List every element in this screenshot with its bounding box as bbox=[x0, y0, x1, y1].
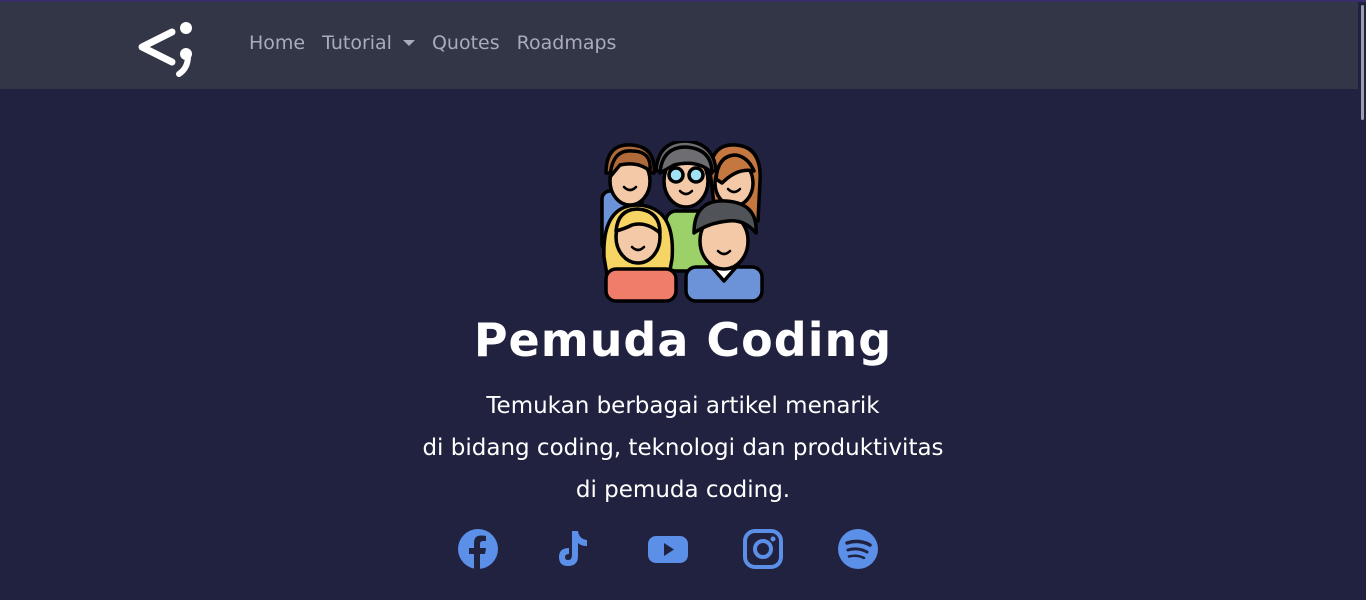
spotify-icon[interactable] bbox=[837, 528, 879, 570]
scrollbar-thumb[interactable] bbox=[1361, 5, 1364, 120]
nav-tutorial-label: Tutorial bbox=[322, 32, 392, 54]
youtube-icon[interactable] bbox=[647, 528, 689, 570]
subtitle-line: di bidang coding, teknologi dan produkti… bbox=[422, 435, 944, 461]
nav-home[interactable]: Home bbox=[249, 32, 305, 54]
semicolon-logo-icon[interactable] bbox=[136, 20, 198, 78]
caret-down-icon bbox=[402, 40, 415, 46]
main-nav: Home Tutorial Quotes Roadmaps bbox=[249, 32, 633, 54]
instagram-icon[interactable] bbox=[742, 528, 784, 570]
hero-section: Pemuda Coding Temukan berbagai artikel m… bbox=[0, 89, 1358, 600]
nav-quotes-label: Quotes bbox=[431, 32, 500, 54]
facebook-icon[interactable] bbox=[457, 528, 499, 570]
nav-home-label: Home bbox=[249, 32, 306, 54]
nav-quotes[interactable]: Quotes bbox=[432, 32, 500, 54]
social-links bbox=[457, 528, 932, 570]
subtitle-line: Temukan berbagai artikel menarik bbox=[486, 393, 880, 419]
nav-roadmaps-label: Roadmaps bbox=[516, 32, 617, 54]
subtitle-line: di pemuda coding. bbox=[575, 477, 791, 503]
page-title: Pemuda Coding bbox=[473, 313, 893, 367]
navbar: Home Tutorial Quotes Roadmaps bbox=[0, 2, 1358, 89]
community-group-icon bbox=[598, 139, 768, 303]
nav-roadmaps[interactable]: Roadmaps bbox=[517, 32, 617, 54]
hero-subtitle: Temukan berbagai artikel menarik di bida… bbox=[0, 385, 1366, 511]
nav-tutorial-dropdown[interactable]: Tutorial bbox=[322, 32, 415, 54]
tiktok-icon[interactable] bbox=[552, 528, 594, 570]
